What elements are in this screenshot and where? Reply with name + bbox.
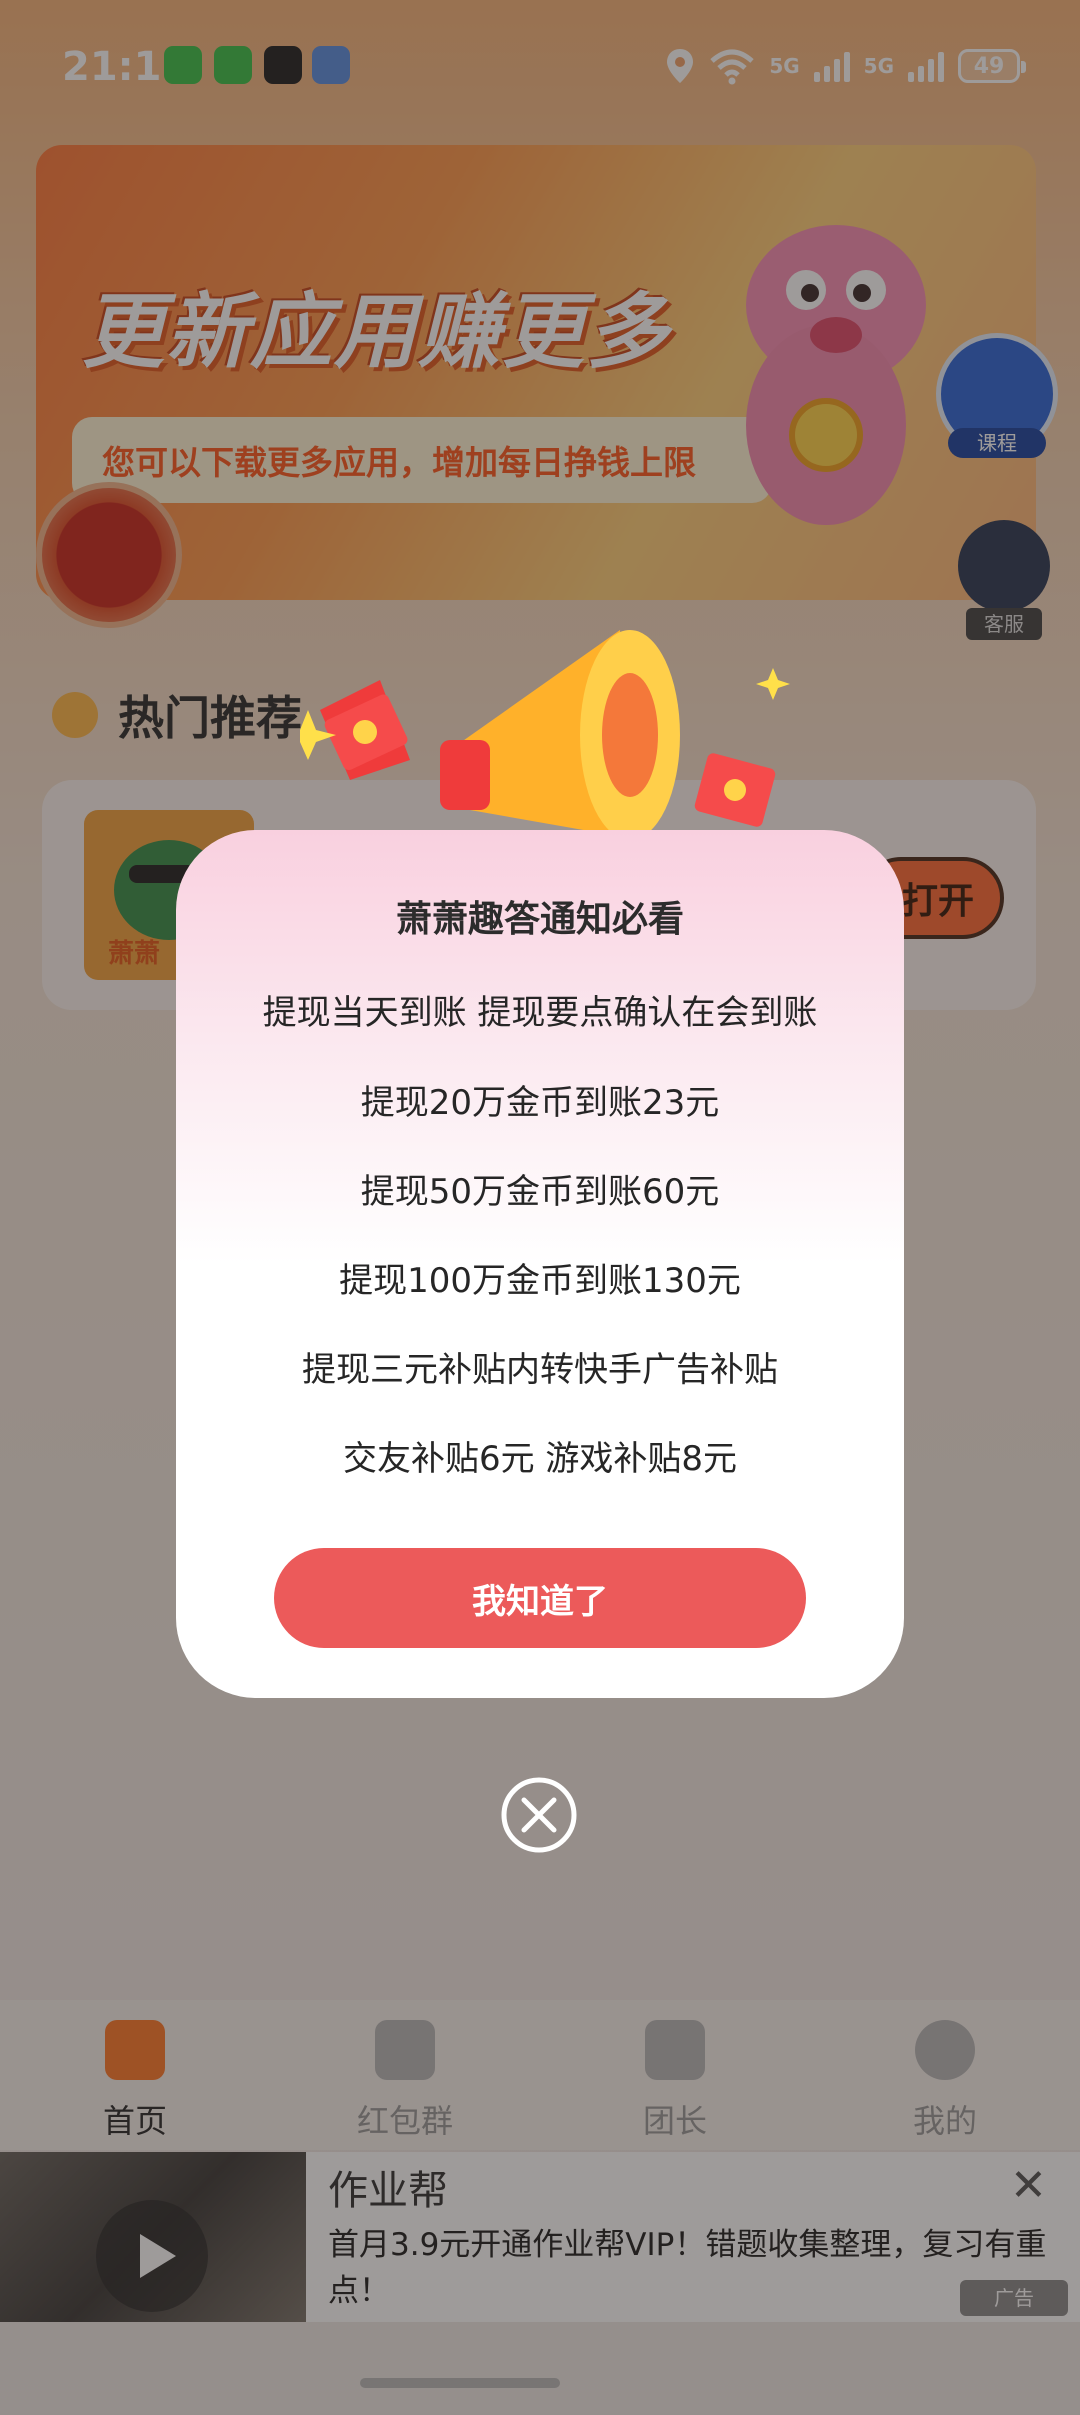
modal-line: 提现50万金币到账60元 — [360, 1172, 720, 1212]
confirm-button[interactable]: 我知道了 — [274, 1548, 806, 1648]
modal-line: 提现三元补贴内转快手广告补贴 — [302, 1350, 778, 1390]
modal-line: 交友补贴6元 游戏补贴8元 — [342, 1439, 738, 1479]
modal-line: 提现20万金币到账23元 — [360, 1083, 720, 1123]
modal-title: 萧萧趣答通知必看 — [395, 899, 684, 940]
modal-line: 提现当天到账 提现要点确认在会到账 — [262, 993, 818, 1033]
modal-line: 提现100万金币到账130元 — [339, 1261, 741, 1301]
megaphone-icon — [300, 630, 790, 840]
close-circle-icon[interactable] — [500, 1776, 578, 1854]
